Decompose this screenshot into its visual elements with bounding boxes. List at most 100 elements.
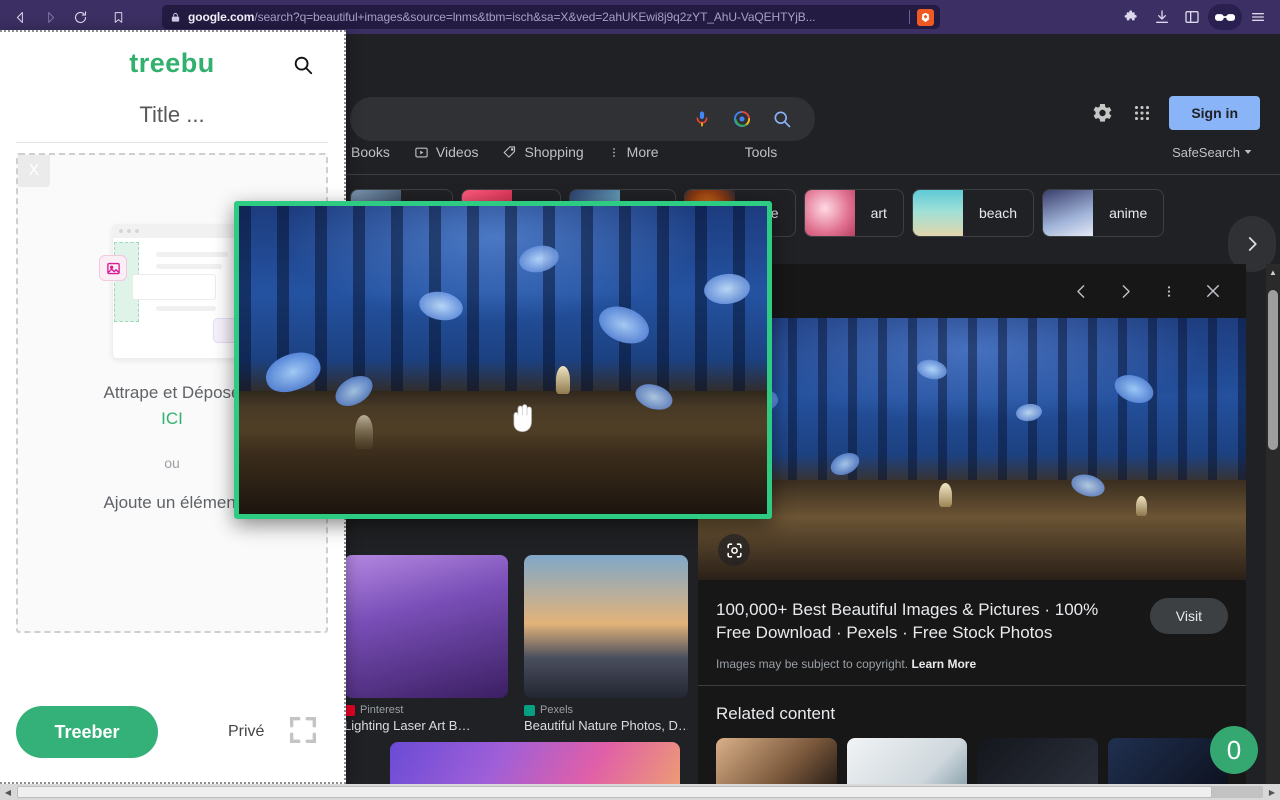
- detail-hero-image[interactable]: [698, 318, 1246, 580]
- screen: google.com/search?q=beautiful+images&sou…: [0, 0, 1280, 800]
- tab-shopping[interactable]: Shopping: [502, 144, 584, 160]
- grabbing-hand-cursor: [505, 396, 545, 440]
- chip-beach-label: beach: [978, 205, 1018, 221]
- detail-copyright: Images may be subject to copyright. Lear…: [716, 657, 1134, 671]
- tab-more-label: More: [626, 144, 659, 160]
- dragged-image-ghost[interactable]: [234, 201, 772, 519]
- search-icon[interactable]: [769, 106, 795, 132]
- scrollbar-thumb[interactable]: [17, 786, 1212, 798]
- more-vertical-icon: [1167, 285, 1171, 297]
- chip-anime[interactable]: anime: [1042, 189, 1165, 237]
- search-icon[interactable]: [292, 54, 314, 81]
- related-thumbnail[interactable]: [977, 737, 1098, 784]
- hamburger-menu-icon[interactable]: [1244, 4, 1272, 30]
- dropzone-close-button[interactable]: X: [18, 155, 50, 187]
- tab-books-label: Books: [351, 144, 390, 160]
- tab-videos-label: Videos: [435, 144, 479, 160]
- scroll-right-arrow-icon[interactable]: ▶: [1264, 784, 1280, 800]
- detail-panel-actions: [1062, 272, 1232, 310]
- lock-icon: [170, 11, 181, 24]
- chevron-right-icon: [1248, 237, 1257, 251]
- related-thumbnail[interactable]: [846, 737, 967, 784]
- treeber-button[interactable]: Treeber: [16, 706, 158, 758]
- address-bar[interactable]: google.com/search?q=beautiful+images&sou…: [162, 5, 940, 29]
- puzzle-icon[interactable]: [1118, 4, 1146, 30]
- safesearch-dropdown[interactable]: SafeSearch: [1172, 145, 1252, 160]
- close-icon: [1207, 285, 1219, 297]
- image-detail-panel: Pexels: [698, 264, 1246, 800]
- treebu-count-badge[interactable]: 0: [1210, 726, 1258, 774]
- result-title: Lighting Laser Art B…: [344, 718, 471, 733]
- bookmark-icon[interactable]: [104, 4, 132, 30]
- related-content-section: Related content: [698, 686, 1246, 784]
- scrollbar-thumb[interactable]: [1268, 290, 1278, 450]
- forward-arrow-icon[interactable]: [36, 4, 64, 30]
- treebu-footer: Treeber Privé: [0, 696, 344, 768]
- tools-button[interactable]: Tools: [745, 144, 778, 160]
- microphone-icon[interactable]: [689, 106, 715, 132]
- omnibox-divider: [909, 10, 910, 24]
- lens-overlay-button[interactable]: [718, 534, 750, 566]
- detail-next-button[interactable]: [1106, 272, 1144, 310]
- horizontal-scrollbar[interactable]: ◀ ▶: [0, 784, 1280, 800]
- treebu-title-input[interactable]: Title ...: [16, 102, 328, 143]
- detail-close-button[interactable]: [1194, 272, 1232, 310]
- detail-title[interactable]: 100,000+ Best Beautiful Images & Picture…: [716, 598, 1134, 645]
- brave-lion-icon[interactable]: [917, 8, 934, 26]
- result-source: Pinterest: [344, 704, 508, 716]
- chip-thumbnail: [1043, 190, 1094, 236]
- detail-more-button[interactable]: [1150, 272, 1188, 310]
- browser-toolbar: google.com/search?q=beautiful+images&sou…: [0, 0, 1280, 34]
- detail-panel-scrollbar[interactable]: ▲ ▼: [1266, 264, 1280, 800]
- scroll-up-arrow-icon[interactable]: ▲: [1266, 264, 1280, 280]
- chevron-left-icon: [1076, 284, 1084, 298]
- result-thumbnail: [344, 555, 508, 698]
- learn-more-link[interactable]: Learn More: [911, 657, 976, 671]
- result-card-pinterest[interactable]: Pinterest Lighting Laser Art B…: [344, 555, 508, 733]
- scrollbar-track[interactable]: [17, 786, 1263, 798]
- chevron-down-icon: [1244, 150, 1252, 154]
- tab-more[interactable]: More: [608, 144, 659, 160]
- address-bar-url: google.com/search?q=beautiful+images&sou…: [188, 10, 902, 24]
- result-source-label: Pexels: [540, 704, 574, 716]
- visit-button[interactable]: Visit: [1149, 598, 1228, 634]
- download-icon[interactable]: [1148, 4, 1176, 30]
- detail-prev-button[interactable]: [1062, 272, 1100, 310]
- scroll-left-arrow-icon[interactable]: ◀: [0, 784, 16, 800]
- fullscreen-icon[interactable]: [286, 713, 320, 752]
- reload-icon[interactable]: [66, 4, 94, 30]
- chip-art[interactable]: art: [803, 189, 904, 237]
- result-thumbnail: [524, 555, 688, 698]
- chip-beach[interactable]: beach: [911, 189, 1035, 237]
- url-domain: google.com: [188, 10, 255, 24]
- sunglasses-icon[interactable]: [1208, 4, 1242, 30]
- result-title: Beautiful Nature Photos, D…: [524, 718, 688, 733]
- gear-icon[interactable]: [1089, 100, 1115, 126]
- chip-anime-label: anime: [1109, 205, 1148, 221]
- result-source-label: Pinterest: [360, 704, 404, 716]
- detail-info-block: 100,000+ Best Beautiful Images & Picture…: [698, 580, 1246, 685]
- back-arrow-icon[interactable]: [6, 4, 34, 30]
- chip-thumbnail: [804, 190, 855, 236]
- url-path: /search?q=beautiful+images&source=lnms&t…: [254, 10, 816, 24]
- image-icon: [99, 255, 127, 281]
- pexels-icon: [524, 704, 535, 716]
- detail-panel-header: Pexels: [698, 264, 1246, 318]
- navigation-buttons: [0, 4, 94, 30]
- apps-grid-icon[interactable]: [1129, 100, 1155, 126]
- google-header-actions: Sign in: [1089, 96, 1260, 130]
- result-card-pexels[interactable]: Pexels Beautiful Nature Photos, D…: [524, 555, 688, 733]
- tab-shopping-label: Shopping: [524, 144, 584, 160]
- privacy-label[interactable]: Privé: [228, 723, 264, 741]
- related-thumbnail[interactable]: [716, 737, 837, 784]
- treebu-header: treebu: [0, 32, 344, 94]
- side-panel-icon[interactable]: [1178, 4, 1206, 30]
- related-content-title: Related content: [716, 703, 836, 723]
- tab-videos[interactable]: Videos: [414, 144, 479, 160]
- google-lens-icon[interactable]: [729, 106, 755, 132]
- related-content-row: [716, 737, 1228, 784]
- detail-text-block: 100,000+ Best Beautiful Images & Picture…: [716, 598, 1150, 671]
- detail-copyright-text: Images may be subject to copyright.: [716, 656, 909, 671]
- sign-in-button[interactable]: Sign in: [1169, 96, 1260, 130]
- chip-thumbnail: [912, 190, 963, 236]
